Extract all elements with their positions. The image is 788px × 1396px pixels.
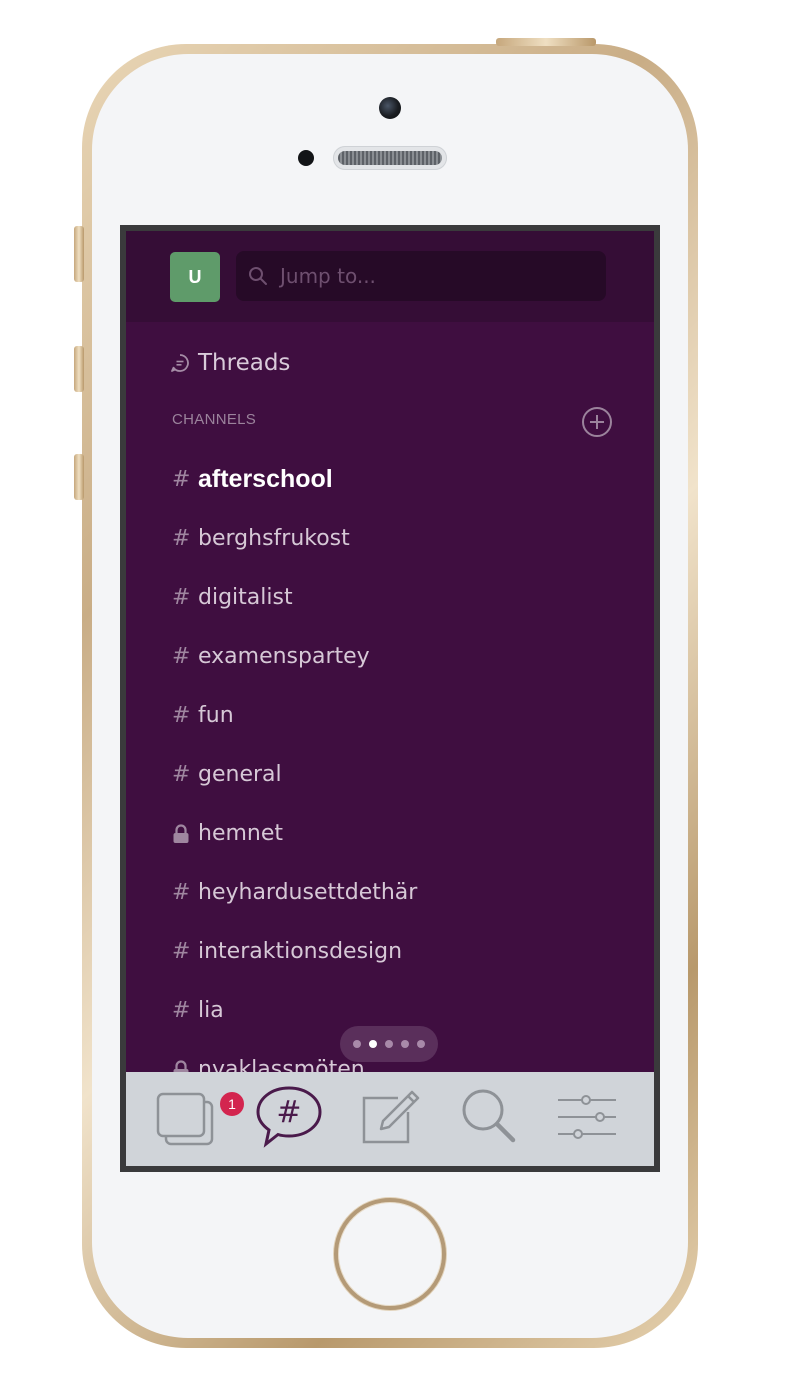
channel-item-0[interactable]: # afterschool — [172, 450, 612, 509]
workspace-avatar[interactable]: U — [170, 252, 220, 302]
channel-list: # afterschool # berghsfrukost # digitalist # ex… — [172, 450, 612, 1099]
top-bar: U Jump to... — [126, 231, 654, 322]
lock-icon — [172, 823, 198, 844]
search-placeholder: Jump to... — [280, 264, 376, 288]
channel-item-8[interactable]: # interaktionsdesign — [172, 922, 612, 981]
tab-workspaces[interactable]: 1 — [152, 1084, 246, 1155]
channel-name: heyhardusettdethär — [198, 880, 418, 905]
page-indicator[interactable] — [340, 1026, 438, 1062]
page-dot — [401, 1040, 409, 1048]
channel-name: interaktionsdesign — [198, 939, 403, 964]
channel-name: hemnet — [198, 821, 284, 846]
tab-search[interactable] — [456, 1084, 522, 1155]
channel-name: examenspartey — [198, 644, 370, 669]
tab-channels[interactable]: # — [254, 1084, 324, 1155]
channel-item-5[interactable]: # general — [172, 745, 612, 804]
tab-compose[interactable] — [356, 1084, 422, 1155]
bottom-tab-bar: 1 # — [126, 1072, 654, 1166]
search-icon — [249, 267, 267, 285]
channels-icon: # — [256, 1086, 322, 1148]
channel-item-7[interactable]: # heyhardusettdethär — [172, 863, 612, 922]
home-button[interactable] — [334, 1198, 446, 1310]
page-dot — [369, 1040, 377, 1048]
add-channel-icon[interactable] — [581, 406, 613, 438]
hash-icon: # — [172, 880, 191, 905]
hash-icon: # — [172, 939, 191, 964]
hash-icon: # — [172, 998, 191, 1023]
page-dot — [385, 1040, 393, 1048]
volume-up-button — [74, 346, 84, 392]
hash-icon: # — [172, 644, 191, 669]
channel-name: digitalist — [198, 585, 293, 610]
channel-item-3[interactable]: # examenspartey — [172, 627, 612, 686]
hash-icon: # — [172, 526, 191, 551]
hash-icon: # — [172, 762, 191, 787]
notification-badge: 1 — [218, 1090, 246, 1118]
threads-item[interactable]: Threads — [170, 350, 290, 376]
earpiece-speaker — [333, 146, 447, 170]
channel-name: lia — [198, 998, 224, 1023]
power-button — [496, 38, 596, 46]
workspaces-icon — [156, 1092, 214, 1146]
page-dot — [417, 1040, 425, 1048]
compose-icon — [362, 1090, 420, 1144]
volume-down-button — [74, 454, 84, 500]
channel-item-1[interactable]: # berghsfrukost — [172, 509, 612, 568]
tab-settings[interactable] — [554, 1084, 620, 1155]
hash-icon: # — [172, 703, 191, 728]
threads-icon — [171, 354, 189, 372]
channel-name: general — [198, 762, 282, 787]
channel-name: berghsfrukost — [198, 526, 350, 551]
channel-name: fun — [198, 703, 234, 728]
channel-hash-glyph: # — [276, 1095, 301, 1130]
proximity-sensor — [298, 150, 314, 166]
hash-icon: # — [172, 585, 191, 610]
ringer-switch — [74, 226, 84, 282]
channel-item-4[interactable]: # fun — [172, 686, 612, 745]
channel-item-2[interactable]: # digitalist — [172, 568, 612, 627]
threads-label: Threads — [198, 350, 291, 376]
search-icon — [462, 1089, 516, 1143]
jump-to-search[interactable]: Jump to... — [236, 251, 606, 301]
page-dot — [353, 1040, 361, 1048]
settings-sliders-icon — [558, 1095, 616, 1139]
channels-section-header[interactable]: CHANNELS — [172, 411, 256, 428]
channel-item-6[interactable]: hemnet — [172, 804, 612, 863]
app-screen: U Jump to... Threads CHANNELS # afterscho… — [120, 225, 660, 1172]
front-camera — [379, 97, 401, 119]
channel-name: afterschool — [198, 465, 333, 493]
hash-icon: # — [172, 467, 191, 492]
